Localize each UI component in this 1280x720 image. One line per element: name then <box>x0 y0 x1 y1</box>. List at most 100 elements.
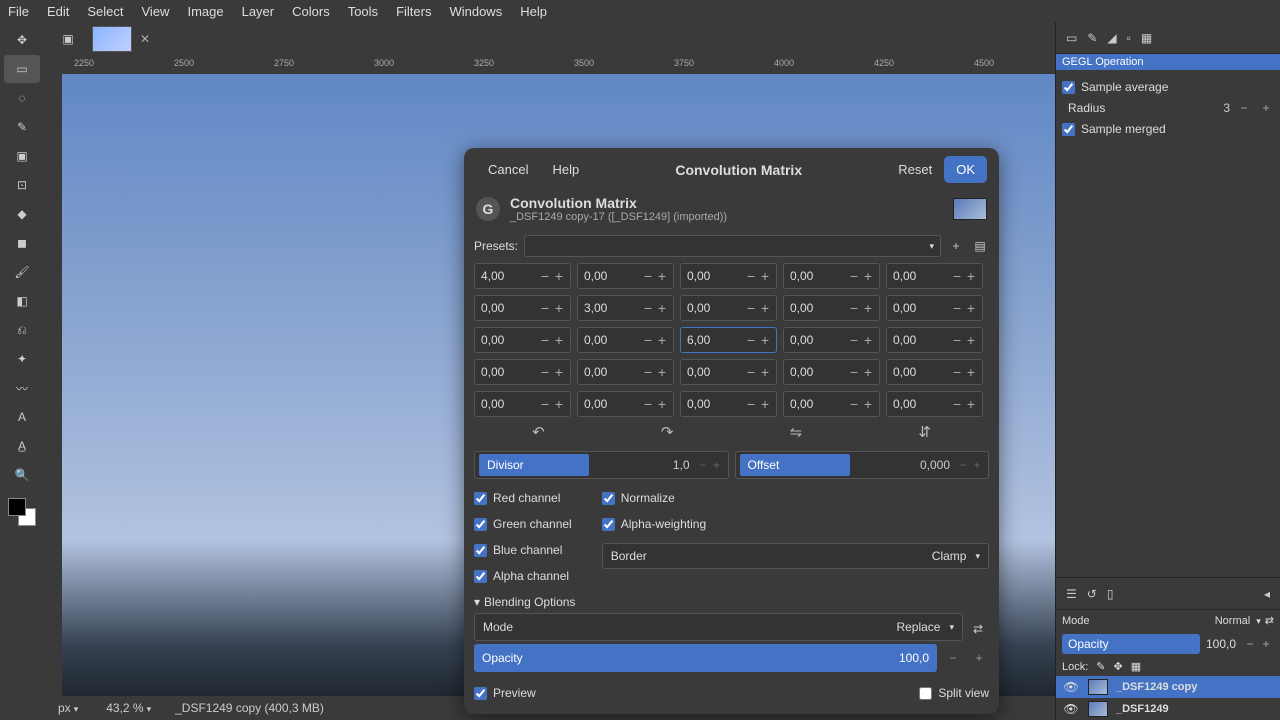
image-tab-thumb[interactable] <box>92 26 132 52</box>
matrix-flip-v-icon[interactable]: ⇵ <box>918 423 931 441</box>
matrix-cell-1-1[interactable]: 3,00−+ <box>577 295 674 321</box>
lock-pixels-icon[interactable]: ✎ <box>1096 660 1105 673</box>
ok-button[interactable]: OK <box>944 156 987 183</box>
matrix-rotate-right-icon[interactable]: ↷ <box>661 423 674 441</box>
mode-swap-icon[interactable]: ⇄ <box>1265 614 1274 627</box>
cell-minus[interactable]: − <box>950 268 964 284</box>
layer-visibility-icon[interactable]: 👁 <box>1062 702 1080 716</box>
divisor-field[interactable]: Divisor 1,0 −+ <box>474 451 729 479</box>
matrix-cell-3-1[interactable]: 0,00−+ <box>577 359 674 385</box>
matrix-cell-0-3[interactable]: 0,00−+ <box>783 263 880 289</box>
matrix-cell-0-1[interactable]: 0,00−+ <box>577 263 674 289</box>
lock-position-icon[interactable]: ✥ <box>1114 660 1123 673</box>
layers-tab-icon[interactable]: ☰ <box>1066 587 1077 601</box>
split-view-check[interactable]: Split view <box>919 686 989 700</box>
cell-minus[interactable]: − <box>950 364 964 380</box>
layer-opacity-minus[interactable]: − <box>1242 636 1258 652</box>
green-channel-check[interactable]: Green channel <box>474 517 572 531</box>
menu-image[interactable]: Image <box>187 4 223 19</box>
cell-plus[interactable]: + <box>861 364 875 380</box>
cell-minus[interactable]: − <box>950 332 964 348</box>
blend-opacity-field[interactable]: Opacity 100,0 <box>474 644 937 672</box>
color-picker-tool[interactable]: A̲ <box>4 432 40 460</box>
matrix-cell-0-4[interactable]: 0,00−+ <box>886 263 983 289</box>
cell-plus[interactable]: + <box>964 332 978 348</box>
matrix-cell-4-0[interactable]: 0,00−+ <box>474 391 571 417</box>
blending-options-toggle[interactable]: ▾Blending Options <box>474 595 989 609</box>
matrix-cell-4-4[interactable]: 0,00−+ <box>886 391 983 417</box>
transform-tool[interactable]: ⊡ <box>4 171 40 199</box>
channels-tab-icon[interactable]: ↺ <box>1087 587 1097 601</box>
cell-plus[interactable]: + <box>655 364 669 380</box>
cell-plus[interactable]: + <box>655 268 669 284</box>
matrix-cell-4-1[interactable]: 0,00−+ <box>577 391 674 417</box>
cell-plus[interactable]: + <box>964 396 978 412</box>
cell-minus[interactable]: − <box>847 300 861 316</box>
radius-plus[interactable]: + <box>1258 100 1274 116</box>
cell-plus[interactable]: + <box>758 332 772 348</box>
paths-tool[interactable]: 〰 <box>4 374 40 402</box>
offset-field[interactable]: Offset 0,000 −+ <box>735 451 990 479</box>
reset-button[interactable]: Reset <box>886 156 944 183</box>
matrix-rotate-left-icon[interactable]: ↶ <box>532 423 545 441</box>
cell-minus[interactable]: − <box>744 396 758 412</box>
layer-opacity-value[interactable]: 100,0 <box>1200 637 1242 651</box>
eraser-tool[interactable]: ◧ <box>4 287 40 315</box>
matrix-flip-h-icon[interactable]: ⇋ <box>790 423 803 441</box>
matrix-cell-3-0[interactable]: 0,00−+ <box>474 359 571 385</box>
lock-alpha-icon[interactable]: ▦ <box>1131 660 1141 673</box>
brush-editor-icon[interactable]: ✎ <box>1087 31 1097 45</box>
layer-opacity-plus[interactable]: + <box>1258 636 1274 652</box>
clone-tool[interactable]: ⎌ <box>4 316 40 344</box>
smudge-tool[interactable]: ✦ <box>4 345 40 373</box>
rect-select-tool[interactable]: ▭ <box>4 55 40 83</box>
preset-manage-icon[interactable]: ▤ <box>971 237 989 255</box>
panel-menu-icon[interactable]: ◂ <box>1264 587 1270 601</box>
cell-plus[interactable]: + <box>655 396 669 412</box>
menu-help[interactable]: Help <box>520 4 547 19</box>
cell-plus[interactable]: + <box>964 364 978 380</box>
preview-check[interactable]: Preview <box>474 686 536 700</box>
matrix-cell-3-3[interactable]: 0,00−+ <box>783 359 880 385</box>
cell-plus[interactable]: + <box>758 300 772 316</box>
gradient-tool[interactable]: ◼ <box>4 229 40 257</box>
matrix-cell-2-0[interactable]: 0,00−+ <box>474 327 571 353</box>
matrix-cell-2-4[interactable]: 0,00−+ <box>886 327 983 353</box>
red-channel-check[interactable]: Red channel <box>474 491 572 505</box>
free-select-tool[interactable]: ◌ <box>4 84 40 112</box>
cell-plus[interactable]: + <box>861 396 875 412</box>
cell-minus[interactable]: − <box>538 364 552 380</box>
cell-minus[interactable]: − <box>538 300 552 316</box>
preset-add-icon[interactable]: + <box>947 237 965 255</box>
cell-minus[interactable]: − <box>538 332 552 348</box>
matrix-cell-1-4[interactable]: 0,00−+ <box>886 295 983 321</box>
crop-tool[interactable]: ▣ <box>4 142 40 170</box>
menu-windows[interactable]: Windows <box>449 4 502 19</box>
cell-plus[interactable]: + <box>758 268 772 284</box>
cell-plus[interactable]: + <box>758 396 772 412</box>
matrix-cell-2-1[interactable]: 0,00−+ <box>577 327 674 353</box>
cell-plus[interactable]: + <box>552 332 566 348</box>
menu-filters[interactable]: Filters <box>396 4 431 19</box>
layer-visibility-icon[interactable]: 👁 <box>1062 680 1080 694</box>
cell-minus[interactable]: − <box>744 268 758 284</box>
paths-tab-icon[interactable]: ▯ <box>1107 587 1114 601</box>
matrix-cell-1-3[interactable]: 0,00−+ <box>783 295 880 321</box>
alpha-weighting-check[interactable]: Alpha-weighting <box>602 517 989 531</box>
cell-minus[interactable]: − <box>950 396 964 412</box>
cancel-button[interactable]: Cancel <box>476 156 540 183</box>
blend-opacity-plus[interactable]: + <box>969 651 989 665</box>
sample-points-icon[interactable]: ▦ <box>1141 31 1152 45</box>
radius-minus[interactable]: − <box>1236 100 1252 116</box>
presets-combo[interactable]: ▾ <box>524 235 941 257</box>
close-tab-icon[interactable]: ✕ <box>138 32 152 46</box>
cell-minus[interactable]: − <box>641 268 655 284</box>
matrix-cell-4-2[interactable]: 0,00−+ <box>680 391 777 417</box>
cell-plus[interactable]: + <box>861 332 875 348</box>
menu-layer[interactable]: Layer <box>242 4 275 19</box>
cell-minus[interactable]: − <box>847 268 861 284</box>
blend-mode-select[interactable]: Mode Replace▾ <box>474 613 963 641</box>
sample-merged-check[interactable]: Sample merged <box>1062 122 1274 136</box>
zoom-tool[interactable]: 🔍 <box>4 461 40 489</box>
cell-plus[interactable]: + <box>552 268 566 284</box>
